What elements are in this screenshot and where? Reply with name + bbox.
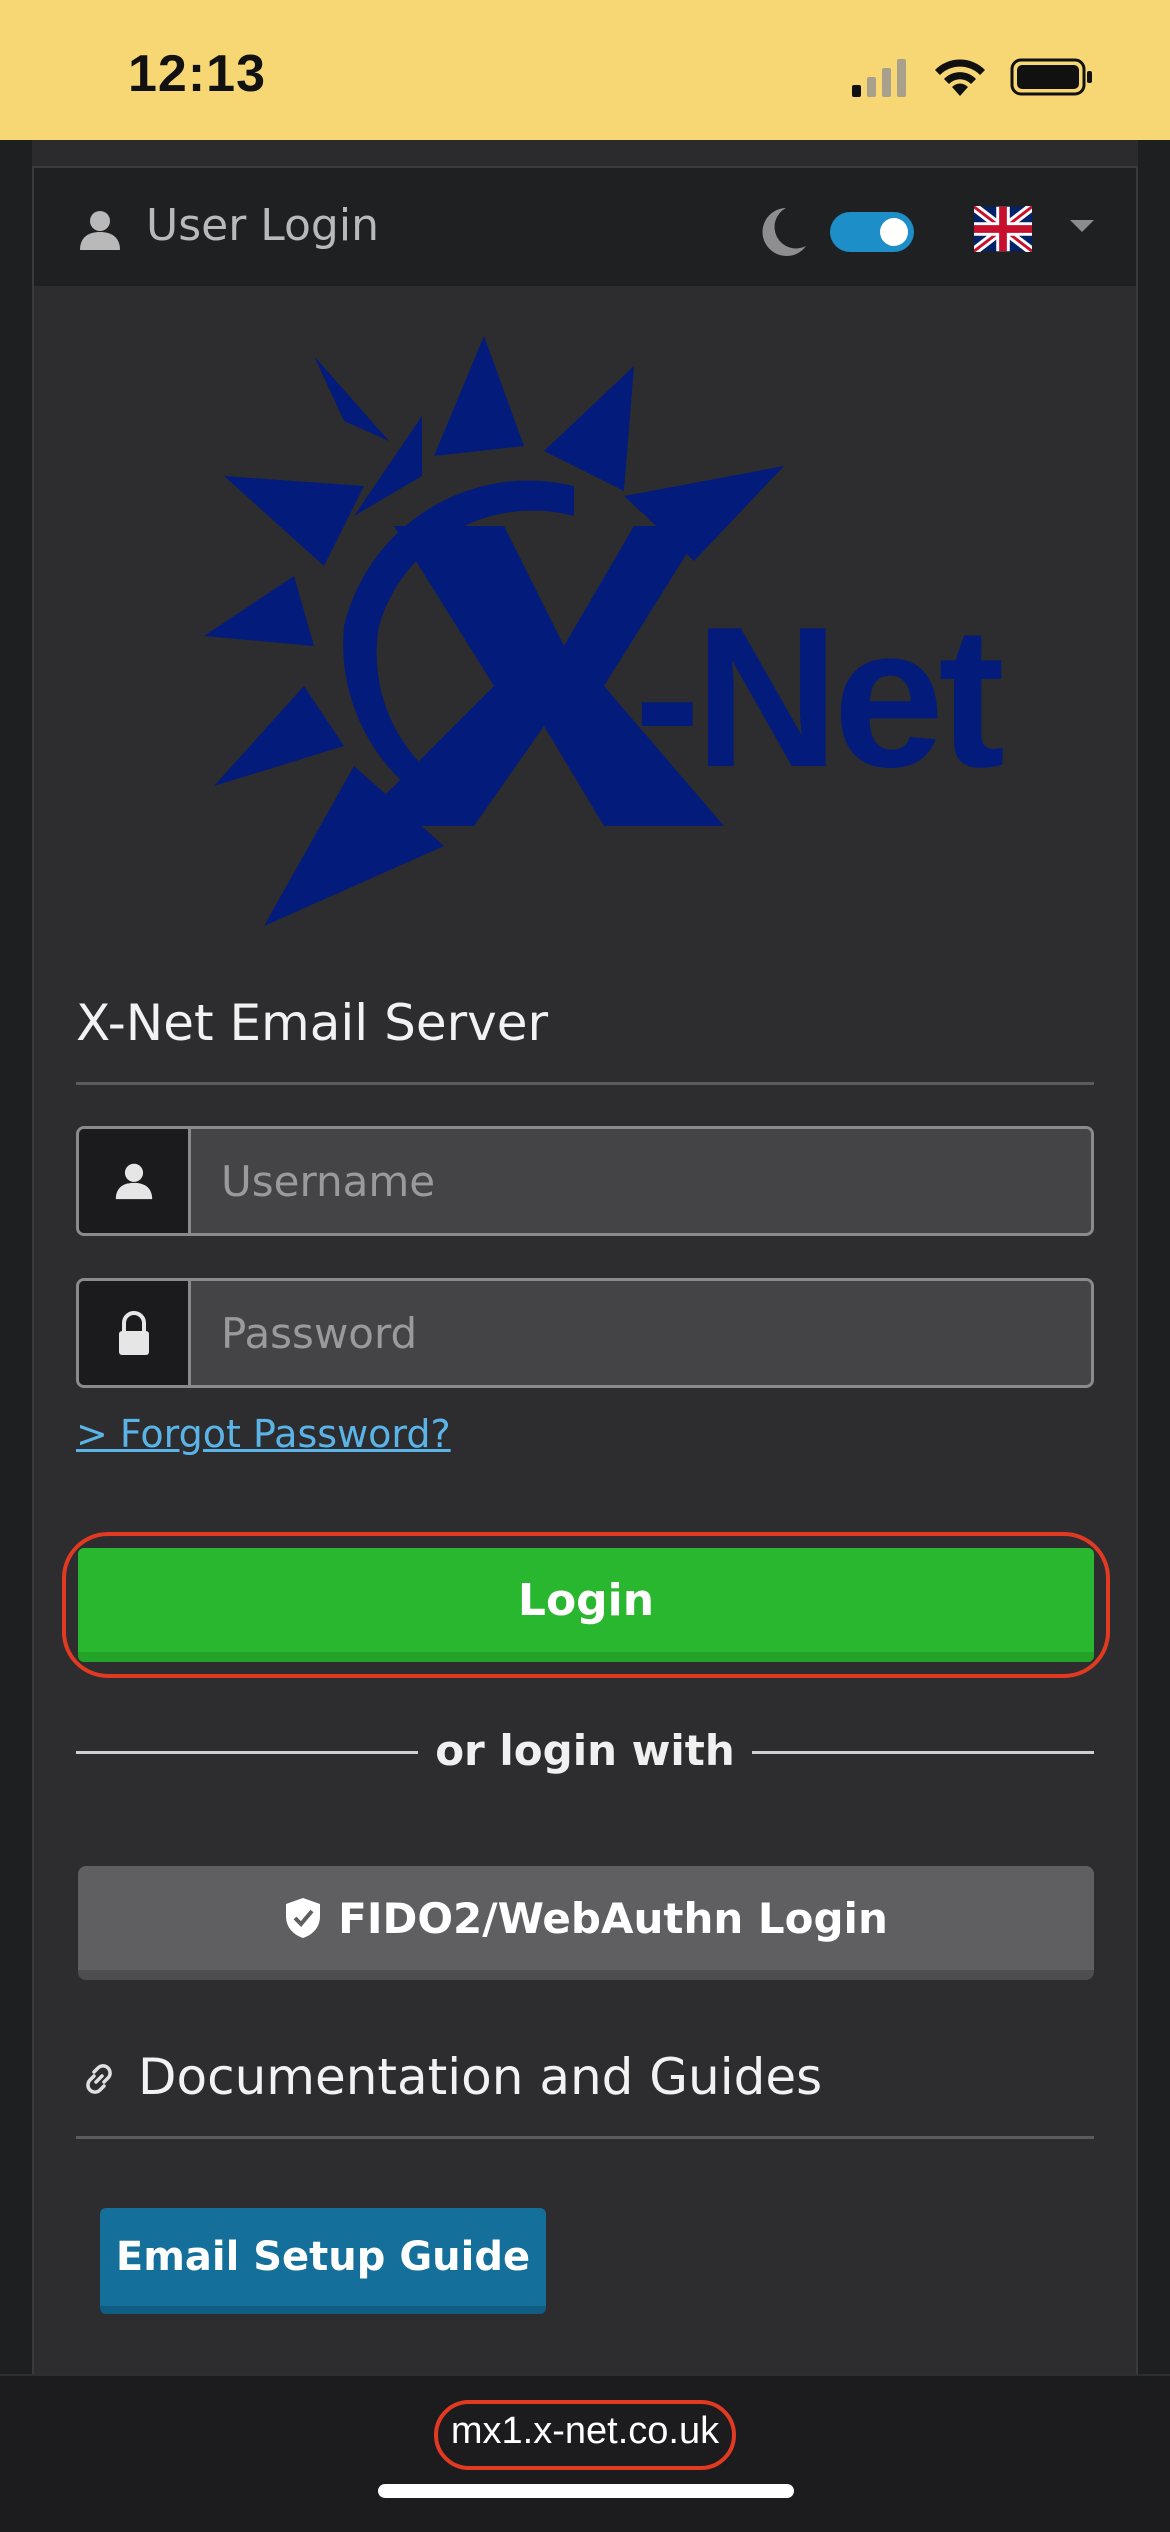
user-icon: [80, 211, 120, 250]
lock-icon: [118, 1311, 149, 1355]
login-button[interactable]: Login: [78, 1548, 1094, 1662]
status-icons: [850, 56, 1094, 98]
title-divider: [76, 1082, 1094, 1085]
card-top-gap: [32, 140, 1138, 166]
username-addon: [79, 1129, 191, 1233]
server-title: X-Net Email Server: [76, 994, 549, 1052]
cellular-signal-icon: [852, 59, 906, 97]
username-input-group: [76, 1126, 1094, 1236]
password-input[interactable]: [191, 1281, 1091, 1385]
status-time: 12:13: [128, 45, 266, 103]
battery-icon: [1010, 58, 1092, 96]
wifi-icon: [935, 59, 985, 96]
documentation-title: Documentation and Guides: [138, 2048, 823, 2106]
x-net-logo: -Net: [204, 336, 1004, 926]
dark-mode-toggle[interactable]: [830, 212, 914, 252]
fido-login-button[interactable]: FIDO2/WebAuthn Login: [78, 1866, 1094, 1980]
logo-text: -Net: [634, 586, 1003, 809]
login-card: User Login -Net X-Net Email Server Usern…: [32, 166, 1138, 2375]
url-highlight-annotation: [434, 2400, 736, 2470]
user-icon: [115, 1163, 152, 1200]
browser-address-bar: mx1.x-net.co.uk: [0, 2374, 1170, 2532]
language-dropdown-caret-icon[interactable]: [1070, 220, 1094, 232]
documentation-divider: [76, 2136, 1094, 2139]
username-input[interactable]: [191, 1129, 1091, 1233]
header-title: User Login: [146, 200, 379, 251]
shield-check-icon: [286, 1898, 321, 1938]
page-margin-right: [1138, 140, 1170, 2375]
card-header: User Login: [34, 168, 1136, 286]
forgot-password-link[interactable]: > Forgot Password?: [76, 1412, 451, 1456]
or-login-with-separator: or login with: [76, 1722, 1094, 1782]
link-icon: [86, 2064, 112, 2094]
uk-flag-icon[interactable]: [974, 206, 1032, 252]
toggle-knob: [880, 218, 908, 246]
fido-login-label: FIDO2/WebAuthn Login: [338, 1893, 888, 1943]
home-indicator[interactable]: [378, 2484, 794, 2498]
page-margin-left: [0, 140, 32, 2375]
status-bar: 12:13: [0, 0, 1170, 140]
moon-icon: [762, 208, 806, 256]
or-login-with-text: or login with: [435, 1726, 735, 1775]
password-addon: [79, 1281, 191, 1385]
password-input-group: [76, 1278, 1094, 1388]
email-setup-guide-button[interactable]: Email Setup Guide: [100, 2208, 546, 2314]
